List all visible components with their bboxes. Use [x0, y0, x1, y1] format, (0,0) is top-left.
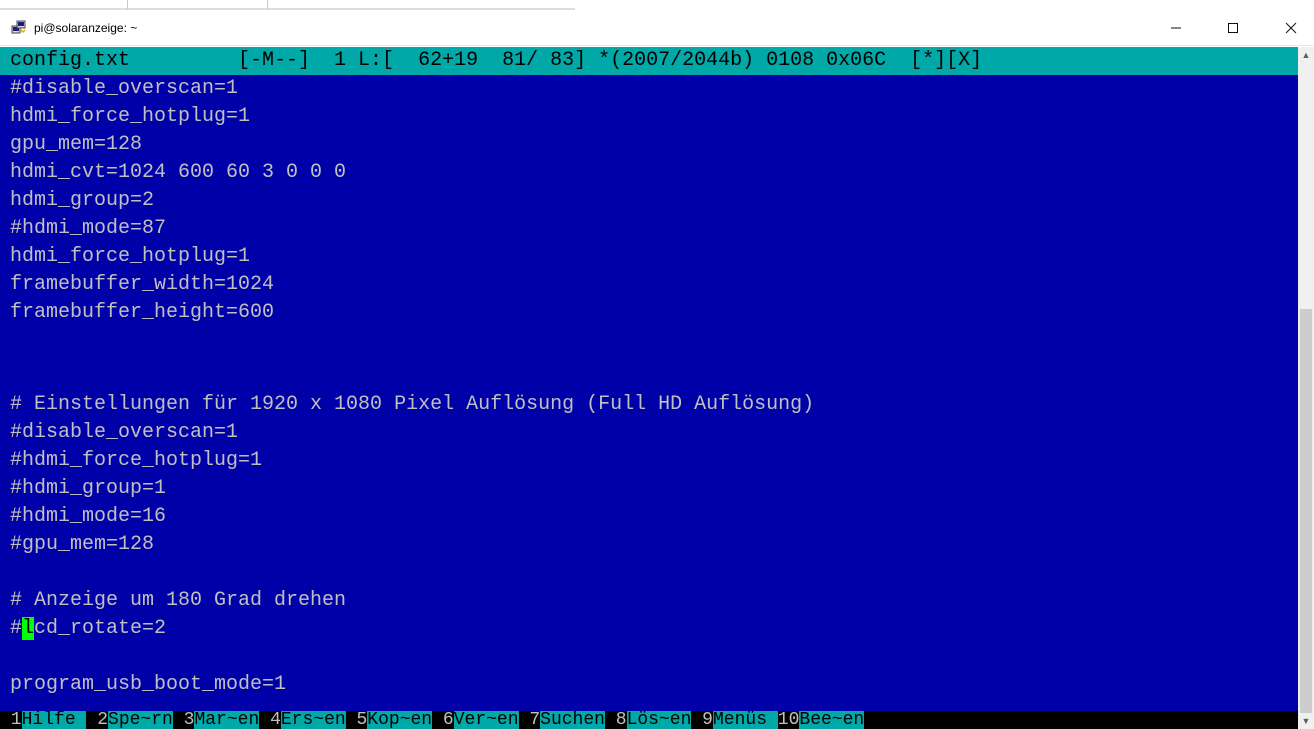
- scrollbar-thumb[interactable]: [1300, 309, 1312, 713]
- editor-line[interactable]: # Einstellungen für 1920 x 1080 Pixel Au…: [10, 391, 814, 419]
- editor-line[interactable]: hdmi_cvt=1024 600 60 3 0 0 0: [10, 159, 346, 187]
- editor-line[interactable]: #hdmi_mode=16: [10, 503, 166, 531]
- fkey-label: Mar~en: [194, 711, 260, 729]
- fkey-copy[interactable]: 5 Kop~en: [345, 711, 433, 729]
- tab-divider: [127, 0, 128, 10]
- fkey-number: 2: [86, 711, 109, 729]
- editor-line[interactable]: hdmi_force_hotplug=1: [10, 243, 250, 271]
- fkey-label: Menüs: [712, 711, 778, 729]
- function-key-bar: 1 Hilfe 2 Spe~rn 3 Mar~en 4 Ers~en 5 Kop~en 6…: [0, 711, 1298, 729]
- fkey-label: Lös~en: [626, 711, 692, 729]
- maximize-button[interactable]: [1210, 10, 1256, 46]
- top-strip: [0, 0, 1314, 10]
- fkey-mark[interactable]: 3 Mar~en: [172, 711, 260, 729]
- editor-line[interactable]: program_usb_boot_mode=1: [10, 671, 286, 699]
- editor-line[interactable]: hdmi_force_hotplug=1: [10, 103, 250, 131]
- cursor-line-after: cd_rotate=2: [34, 617, 167, 640]
- fkey-help[interactable]: 1 Hilfe: [0, 711, 87, 729]
- fkey-number: 1: [0, 711, 22, 729]
- fkey-label: Kop~en: [367, 711, 433, 729]
- fkey-replace[interactable]: 4 Ers~en: [259, 711, 346, 729]
- editor-line[interactable]: #disable_overscan=1: [10, 75, 238, 103]
- fkey-move[interactable]: 6 Ver~en: [432, 711, 519, 729]
- editor-line[interactable]: framebuffer_height=600: [10, 299, 274, 327]
- fkey-number: 7: [518, 711, 541, 729]
- close-icon: [1285, 22, 1297, 34]
- editor-status-bar: config.txt [-M--] 1 L:[ 62+19 81/ 83] *(…: [0, 47, 1298, 75]
- editor-line[interactable]: #hdmi_group=1: [10, 475, 166, 503]
- status-text: config.txt [-M--] 1 L:[ 62+19 81/ 83] *(…: [10, 49, 983, 72]
- cursor-line-before: #: [10, 617, 23, 640]
- fkey-number: 9: [691, 711, 713, 729]
- editor-line[interactable]: # Anzeige um 180 Grad drehen: [10, 587, 346, 615]
- fkey-number: 5: [345, 711, 368, 729]
- putty-icon: [11, 20, 26, 34]
- minimize-button[interactable]: [1153, 10, 1199, 46]
- editor-line[interactable]: #hdmi_force_hotplug=1: [10, 447, 262, 475]
- fkey-search[interactable]: 7 Suchen: [518, 711, 605, 729]
- fkey-number: 6: [432, 711, 454, 729]
- fkey-quit[interactable]: 10 Bee~en: [777, 711, 865, 729]
- fkey-delete[interactable]: 8 Lös~en: [604, 711, 692, 729]
- fkey-number: 3: [172, 711, 195, 729]
- fkey-label: Hilfe: [21, 711, 87, 729]
- editor-line-cursor[interactable]: #lcd_rotate=2: [10, 615, 166, 643]
- editor-line[interactable]: #disable_overscan=1: [10, 419, 238, 447]
- fkey-number: 10: [777, 711, 800, 729]
- maximize-icon: [1228, 23, 1238, 33]
- fkey-label: Ver~en: [453, 711, 519, 729]
- window-title: pi@solaranzeige: ~: [34, 21, 138, 35]
- window-titlebar[interactable]: pi@solaranzeige: ~: [0, 10, 1314, 46]
- editor-line[interactable]: #gpu_mem=128: [10, 531, 154, 559]
- editor-line[interactable]: gpu_mem=128: [10, 131, 142, 159]
- editor-line[interactable]: #hdmi_mode=87: [10, 215, 166, 243]
- fkey-save[interactable]: 2 Spe~rn: [86, 711, 173, 729]
- vertical-scrollbar[interactable]: ▲ ▼: [1298, 47, 1314, 729]
- scroll-up-icon[interactable]: ▲: [1301, 50, 1311, 60]
- text-cursor: l: [22, 617, 35, 640]
- fkey-label: Bee~en: [799, 711, 865, 729]
- editor-line[interactable]: hdmi_group=2: [10, 187, 154, 215]
- scroll-down-icon[interactable]: ▼: [1301, 716, 1311, 726]
- fkey-label: Ers~en: [280, 711, 346, 729]
- close-button[interactable]: [1268, 10, 1314, 46]
- terminal-area[interactable]: config.txt [-M--] 1 L:[ 62+19 81/ 83] *(…: [0, 47, 1298, 729]
- tab-divider: [267, 0, 268, 10]
- editor-line[interactable]: framebuffer_width=1024: [10, 271, 274, 299]
- fkey-menu[interactable]: 9 Menüs: [691, 711, 778, 729]
- minimize-icon: [1171, 27, 1181, 29]
- fkey-number: 4: [259, 711, 281, 729]
- fkey-label: Suchen: [540, 711, 605, 729]
- fkey-label: Spe~rn: [108, 711, 173, 729]
- fkey-number: 8: [604, 711, 627, 729]
